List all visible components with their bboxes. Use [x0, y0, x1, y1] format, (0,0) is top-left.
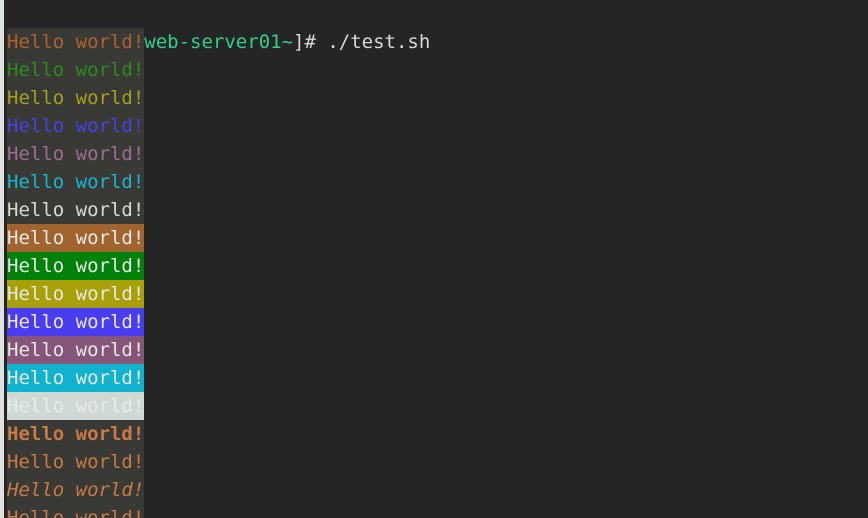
- output-line-text: Hello world!: [7, 392, 145, 420]
- output-line: Hello world!: [0, 336, 868, 364]
- output-line-text: Hello world!: [7, 28, 145, 56]
- output-line: Hello world!: [0, 448, 868, 476]
- output-line-text: Hello world!: [7, 448, 145, 476]
- output-line: Hello world!: [0, 420, 868, 448]
- output-line-text: Hello world!: [7, 84, 145, 112]
- output-line: Hello world!: [0, 112, 868, 140]
- output-line-text: Hello world!: [7, 252, 145, 280]
- output-line: Hello world!: [0, 196, 868, 224]
- output-line: Hello world!: [0, 56, 868, 84]
- output-line: Hello world!: [0, 252, 868, 280]
- output-line-text: Hello world!: [7, 112, 145, 140]
- output-line: Hello world!: [0, 168, 868, 196]
- output-line-text: Hello world!: [7, 420, 145, 448]
- output-line-text: Hello world!: [7, 308, 145, 336]
- output-line: Hello world!: [0, 140, 868, 168]
- output-line-text: Hello world!: [7, 476, 145, 504]
- terminal-screen: [root@web-server01~]# ./test.sh Hello wo…: [0, 0, 868, 518]
- prompt-host: @web-server01~: [132, 31, 294, 53]
- output-line: Hello world!: [0, 392, 868, 420]
- output-line: Hello world!: [0, 308, 868, 336]
- output-line: Hello world!: [0, 504, 868, 518]
- prompt-bracket-close: ]#: [293, 31, 328, 53]
- output-line: Hello world!: [0, 224, 868, 252]
- output-line: Hello world!: [0, 364, 868, 392]
- output-line: Hello world!: [0, 280, 868, 308]
- output-line-text: Hello world!: [7, 56, 145, 84]
- output-line-text: Hello world!: [7, 504, 145, 518]
- output-line-text: Hello world!: [7, 224, 145, 252]
- output-line-text: Hello world!: [7, 364, 145, 392]
- output-line-text: Hello world!: [7, 280, 145, 308]
- command-output: Hello world! Hello world! Hello world! Hell…: [0, 28, 868, 518]
- prompt-command: ./test.sh: [327, 31, 431, 53]
- output-line-text: Hello world!: [7, 140, 145, 168]
- output-line-text: Hello world!: [7, 196, 145, 224]
- output-line: Hello world!: [0, 84, 868, 112]
- output-line: Hello world!: [0, 28, 868, 56]
- shell-prompt-line: [root@web-server01~]# ./test.sh: [0, 0, 868, 53]
- output-line-text: Hello world!: [7, 336, 145, 364]
- output-line-text: Hello world!: [7, 168, 145, 196]
- terminal-window[interactable]: [root@web-server01~]# ./test.sh Hello wo…: [0, 0, 868, 518]
- output-line: Hello world!: [0, 476, 868, 504]
